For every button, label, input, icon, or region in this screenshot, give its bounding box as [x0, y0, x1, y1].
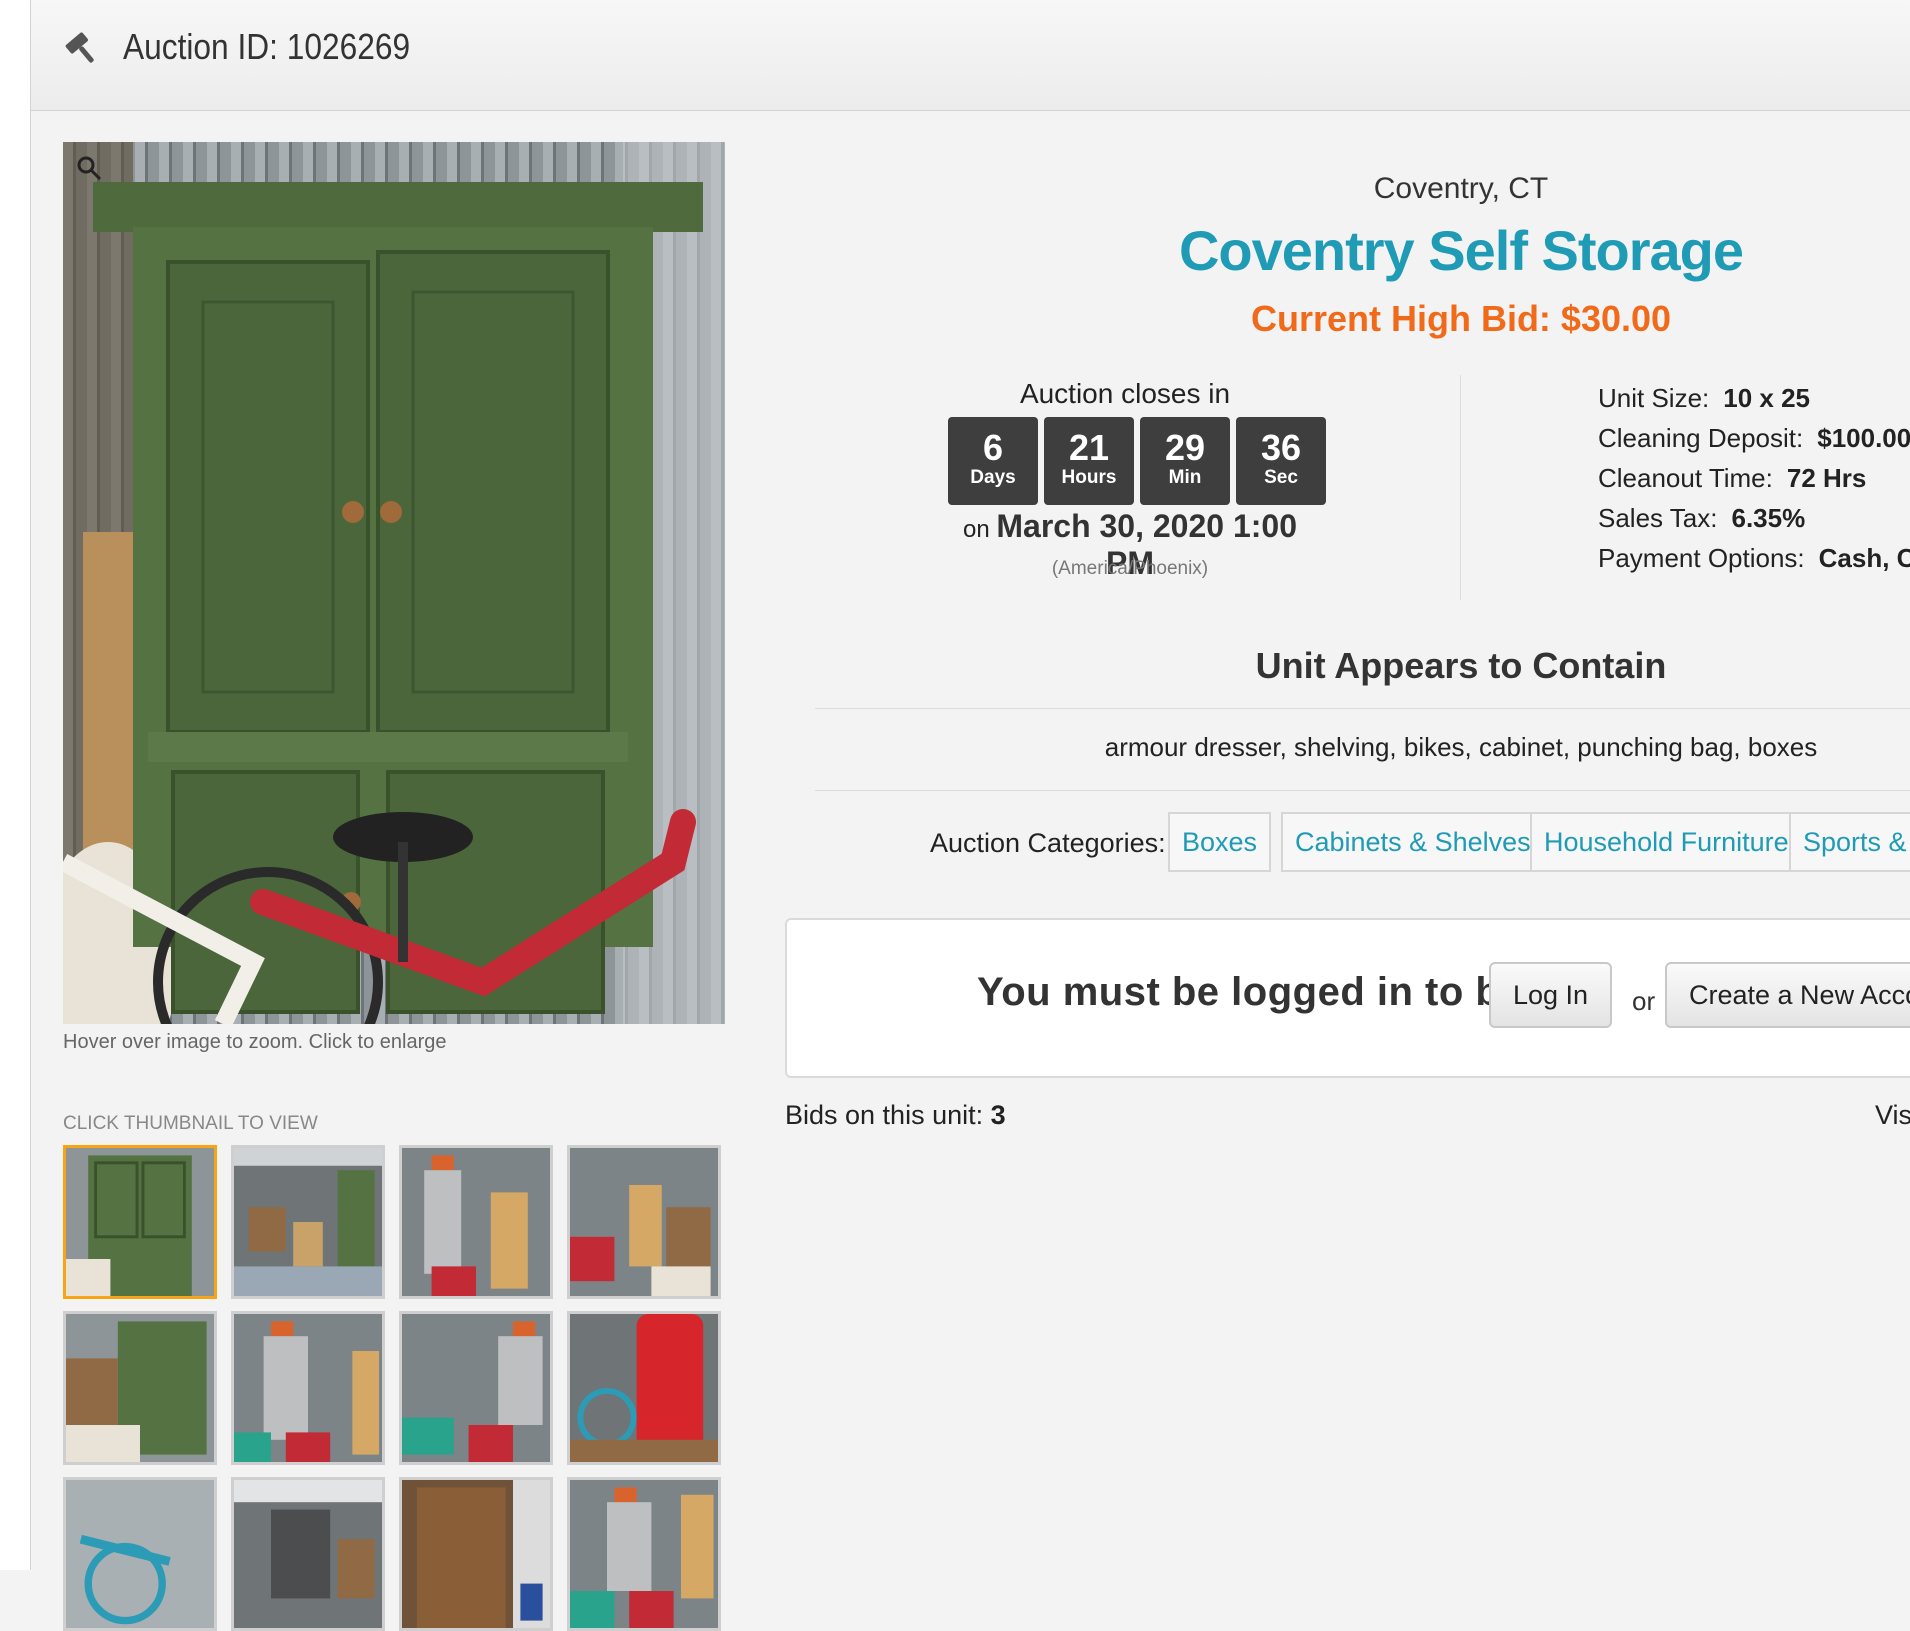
main-photo[interactable] [63, 142, 725, 1024]
gavel-icon [65, 32, 94, 63]
create-account-button[interactable]: Create a New Accoun [1665, 962, 1910, 1028]
vertical-divider [1460, 375, 1461, 600]
thumbnail-2[interactable] [231, 1145, 385, 1299]
thumbnail-11[interactable] [399, 1477, 553, 1631]
countdown-days: 6 Days [948, 417, 1038, 505]
current-high-bid: Current High Bid: $30.00 [1250, 298, 1672, 339]
seconds-value: 36 [1260, 427, 1302, 468]
zoom-icon [77, 156, 102, 181]
thumbnail-4[interactable] [567, 1145, 721, 1299]
minutes-value: 29 [1164, 427, 1206, 468]
category-household-furniture[interactable]: Household Furniture [1530, 812, 1803, 872]
countdown-seconds: 36 Sec [1236, 417, 1326, 505]
thumbnail-3[interactable] [399, 1145, 553, 1299]
spec-sales-tax: Sales Tax: 6.35% [1598, 498, 1910, 538]
facility-name[interactable]: Coventry Self Storage [760, 218, 1910, 283]
thumbnail-12[interactable] [567, 1477, 721, 1631]
auction-details: Coventry, CT Coventry Self Storage Curre… [760, 110, 1910, 1570]
countdown-timer: 6 Days 21 Hours 29 Min 36 Sec [948, 417, 1326, 505]
unit-specs: Unit Size: 10 x 25 Cleaning Deposit: $100.… [1598, 378, 1910, 578]
countdown-label: Auction closes in [1019, 378, 1231, 409]
countdown-minutes: 29 Min [1140, 417, 1230, 505]
spec-label: Unit Size: [1598, 383, 1710, 413]
hours-value: 21 [1068, 427, 1110, 468]
days-value: 6 [982, 427, 1004, 468]
divider [815, 708, 1910, 709]
or-text: or [1632, 986, 1656, 1016]
spec-label: Cleaning Deposit: [1598, 423, 1804, 453]
hours-label: Hours [1061, 467, 1117, 488]
divider [815, 790, 1910, 791]
contents-list: armour dresser, shelving, bikes, cabinet… [1104, 732, 1818, 762]
category-sports[interactable]: Sports & O [1789, 812, 1910, 872]
bid-count: Bids on this unit: 3 [785, 1100, 1006, 1131]
storage-unit-photo [63, 142, 725, 1024]
spec-payment-options: Payment Options: Cash, Cre [1598, 538, 1910, 578]
spec-value: 72 Hrs [1786, 463, 1867, 493]
thumbnail-10[interactable] [231, 1477, 385, 1631]
thumbnail-grid [63, 1145, 725, 1631]
log-in-button[interactable]: Log In [1489, 962, 1613, 1028]
thumbnail-7[interactable] [399, 1311, 553, 1465]
close-date-prefix: on [962, 516, 990, 543]
minutes-label: Min [1168, 467, 1202, 488]
auction-id-title: Auction ID: 1026269 [123, 26, 411, 67]
page-header: Auction ID: 1026269 [31, 0, 1910, 111]
spec-label: Payment Options: [1598, 543, 1805, 573]
left-edge-bar [0, 0, 31, 1570]
spec-value: Cash, Cre [1818, 543, 1910, 573]
spec-value: 10 x 25 [1723, 383, 1811, 413]
thumbnail-5[interactable] [63, 1311, 217, 1465]
days-label: Days [970, 467, 1016, 488]
spec-cleaning-deposit: Cleaning Deposit: $100.00 [1598, 418, 1910, 458]
category-cabinets-shelves[interactable]: Cabinets & Shelves [1281, 812, 1545, 872]
login-message: You must be logged in to bid. [977, 970, 1549, 1014]
contents-title: Unit Appears to Contain [1255, 645, 1667, 686]
thumbnail-9[interactable] [63, 1477, 217, 1631]
bid-count-label: Bids on this unit: [785, 1100, 984, 1130]
spec-value: 6.35% [1731, 503, 1806, 533]
bid-count-value: 3 [990, 1100, 1006, 1130]
thumbnail-6[interactable] [231, 1311, 385, 1465]
countdown-hours: 21 Hours [1044, 417, 1134, 505]
visit-link[interactable]: Visi [1875, 1100, 1910, 1131]
category-boxes[interactable]: Boxes [1168, 812, 1272, 872]
facility-location: Coventry, CT [1373, 172, 1549, 205]
categories-label: Auction Categories: [930, 828, 1166, 858]
zoom-hint: Hover over image to zoom. Click to enlar… [63, 1031, 447, 1053]
timezone: (America/Phoenix) [1051, 558, 1209, 579]
spec-unit-size: Unit Size: 10 x 25 [1598, 378, 1910, 418]
thumbnail-8[interactable] [567, 1311, 721, 1465]
spec-cleanout-time: Cleanout Time: 72 Hrs [1598, 458, 1910, 498]
thumbnail-1[interactable] [63, 1145, 217, 1299]
spec-label: Cleanout Time: [1598, 463, 1773, 493]
spec-label: Sales Tax: [1598, 503, 1718, 533]
thumbnails-label: CLICK THUMBNAIL TO VIEW [63, 1113, 318, 1134]
spec-value: $100.00 [1817, 423, 1910, 453]
login-prompt: You must be logged in to bid. Log In or … [785, 918, 1910, 1078]
seconds-label: Sec [1264, 467, 1298, 488]
